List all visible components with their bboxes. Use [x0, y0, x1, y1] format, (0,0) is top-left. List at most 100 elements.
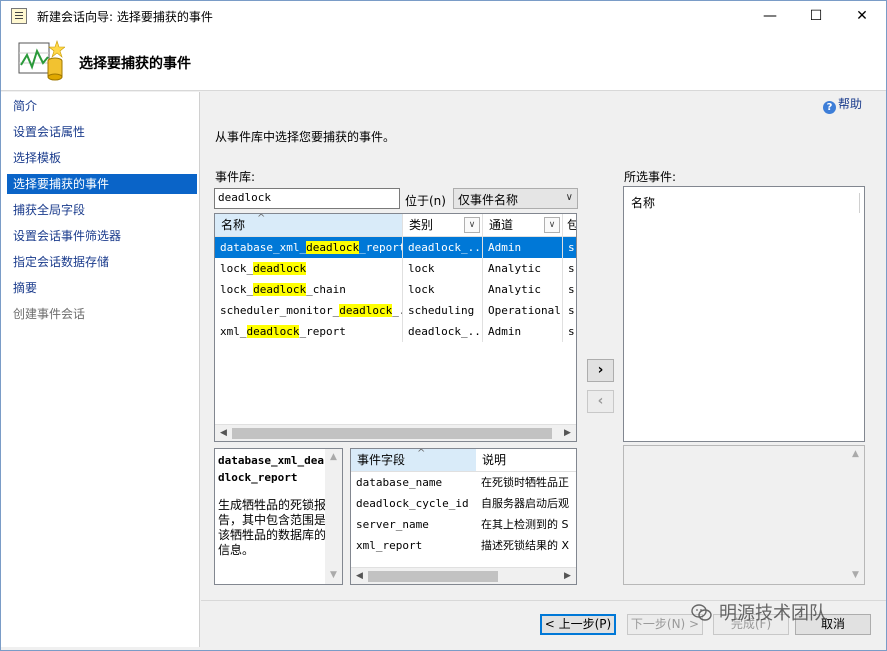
event-name-cell: scheduler_monitor_deadlock_...: [215, 300, 403, 321]
watermark: 明源技术团队: [691, 599, 827, 625]
event-description-title: database_xml_deadlock_report: [218, 454, 324, 484]
event-name-cell: database_xml_deadlock_report: [215, 237, 403, 258]
event-row[interactable]: lock_deadlock_chain lock Analytic s: [215, 279, 576, 300]
search-scope-label: 位于(n): [405, 194, 446, 208]
event-row[interactable]: lock_deadlock lock Analytic s: [215, 258, 576, 279]
column-header-package[interactable]: 包: [563, 214, 576, 237]
scroll-up-icon[interactable]: ▲: [847, 447, 864, 462]
scrollbar-thumb[interactable]: [368, 571, 498, 582]
column-divider: [859, 193, 860, 213]
event-channel-cell: Admin: [483, 321, 563, 342]
close-button[interactable]: ✕: [839, 1, 885, 31]
search-scope-value: 仅事件名称: [458, 193, 519, 207]
event-channel-cell: Analytic: [483, 279, 563, 300]
title-bar[interactable]: 新建会话向导: 选择要捕获的事件 — ☐ ✕: [1, 1, 886, 31]
scroll-down-icon[interactable]: ▼: [325, 568, 342, 583]
wizard-sidebar: 简介 设置会话属性 选择模板 选择要捕获的事件 捕获全局字段 设置会话事件筛选器…: [1, 92, 200, 647]
event-name-cell: xml_deadlock_report: [215, 321, 403, 342]
add-event-button[interactable]: ›: [587, 359, 614, 382]
event-category-cell: deadlock_...: [403, 237, 483, 258]
column-header-channel[interactable]: 通道 ∨: [483, 214, 563, 237]
event-category-cell: scheduling: [403, 300, 483, 321]
sidebar-item-event-filters[interactable]: 设置会话事件筛选器: [7, 226, 197, 246]
scroll-down-icon[interactable]: ▼: [847, 568, 864, 583]
event-category-cell: lock: [403, 258, 483, 279]
event-description-text: 生成牺牲品的死锁报告，其中包含范围是该牺牲品的数据库的信息。: [218, 498, 327, 557]
column-header-description[interactable]: 说明: [476, 449, 576, 472]
minimize-button[interactable]: —: [747, 1, 793, 31]
sidebar-item-intro[interactable]: 简介: [7, 96, 197, 116]
instruction-text: 从事件库中选择您要捕获的事件。: [215, 130, 396, 144]
maximize-button[interactable]: ☐: [793, 1, 839, 31]
wizard-app-icon: [11, 8, 27, 24]
event-properties-panel: ▲ ▼: [623, 445, 865, 585]
sidebar-item-select-events[interactable]: 选择要捕获的事件: [7, 174, 197, 194]
scroll-right-icon[interactable]: ▶: [560, 426, 575, 441]
scroll-left-icon[interactable]: ◀: [352, 569, 367, 584]
column-filter-dropdown-icon[interactable]: ∨: [544, 217, 560, 233]
scroll-up-icon[interactable]: ▲: [325, 450, 342, 465]
chevron-down-icon: ∨: [565, 192, 573, 203]
column-header-event-field[interactable]: 事件字段 ^: [351, 449, 476, 472]
selected-events-label: 所选事件:: [624, 170, 677, 184]
field-row[interactable]: deadlock_cycle_id 自服务器启动后观: [351, 493, 576, 514]
column-header-name[interactable]: 名称 ^: [215, 214, 403, 237]
sidebar-item-create-session: 创建事件会话: [13, 307, 86, 321]
event-package-cell: s: [563, 279, 576, 300]
sidebar-item-template[interactable]: 选择模板: [7, 148, 197, 168]
wizard-header: 选择要捕获的事件: [1, 31, 886, 91]
column-filter-dropdown-icon[interactable]: ∨: [464, 217, 480, 233]
column-header-category[interactable]: 类别 ∨: [403, 214, 483, 237]
event-category-cell: lock: [403, 279, 483, 300]
search-scope-select[interactable]: 仅事件名称 ∨: [453, 188, 578, 209]
fields-horizontal-scrollbar[interactable]: ◀ ▶: [351, 567, 576, 584]
event-channel-cell: Operational: [483, 300, 563, 321]
sidebar-item-global-fields[interactable]: 捕获全局字段: [7, 200, 197, 220]
field-row[interactable]: server_name 在其上检测到的 S: [351, 514, 576, 535]
help-icon: ?: [823, 101, 836, 114]
event-row[interactable]: database_xml_deadlock_report deadlock_..…: [215, 237, 576, 258]
remove-event-button: ‹: [587, 390, 614, 413]
event-search-input[interactable]: deadlock: [214, 188, 400, 209]
event-package-cell: s: [563, 321, 576, 342]
back-button[interactable]: < 上一步(P): [540, 614, 616, 635]
properties-vertical-scrollbar[interactable]: ▲ ▼: [847, 446, 864, 584]
event-library-grid[interactable]: 名称 ^ 类别 ∨ 通道 ∨ 包 database_xml_deadlock_r…: [214, 213, 577, 442]
grid-horizontal-scrollbar[interactable]: ◀ ▶: [215, 424, 576, 441]
event-library-label: 事件库:: [215, 170, 256, 184]
event-fields-grid[interactable]: 事件字段 ^ 说明 database_name 在死锁时牺牲品正 deadloc…: [350, 448, 577, 585]
sidebar-item-summary[interactable]: 摘要: [7, 278, 197, 298]
sort-ascending-icon: ^: [257, 213, 266, 224]
help-link[interactable]: ? 帮助: [823, 95, 862, 114]
selected-events-header-name: 名称: [631, 196, 656, 210]
wechat-icon: [691, 604, 712, 621]
event-channel-cell: Admin: [483, 237, 563, 258]
window-title: 新建会话向导: 选择要捕获的事件: [37, 10, 213, 24]
scrollbar-thumb[interactable]: [232, 428, 552, 439]
event-name-cell: lock_deadlock: [215, 258, 403, 279]
field-row[interactable]: xml_report 描述死锁结果的 X: [351, 535, 576, 556]
main-panel: ? 帮助 从事件库中选择您要捕获的事件。 事件库: 所选事件: deadlock …: [201, 92, 886, 600]
field-row[interactable]: database_name 在死锁时牺牲品正: [351, 472, 576, 493]
scroll-left-icon[interactable]: ◀: [216, 426, 231, 441]
field-name-cell: xml_report: [356, 539, 423, 552]
sort-ascending-icon: ^: [417, 448, 426, 459]
sidebar-item-data-storage[interactable]: 指定会话数据存储: [7, 252, 197, 272]
selected-events-list[interactable]: 名称: [623, 186, 865, 442]
description-vertical-scrollbar[interactable]: ▲ ▼: [325, 449, 342, 584]
event-package-cell: s: [563, 300, 576, 321]
event-row[interactable]: xml_deadlock_report deadlock_... Admin s: [215, 321, 576, 342]
field-name-cell: deadlock_cycle_id: [356, 497, 469, 510]
event-package-cell: s: [563, 237, 576, 258]
field-desc-cell: 在其上检测到的 S: [481, 518, 569, 531]
scroll-right-icon[interactable]: ▶: [560, 569, 575, 584]
event-row[interactable]: scheduler_monitor_deadlock_... schedulin…: [215, 300, 576, 321]
field-desc-cell: 在死锁时牺牲品正: [481, 476, 569, 489]
help-label: 帮助: [838, 97, 863, 111]
field-desc-cell: 描述死锁结果的 X: [481, 539, 570, 552]
sidebar-item-session-properties[interactable]: 设置会话属性: [7, 122, 197, 142]
page-title: 选择要捕获的事件: [79, 56, 191, 72]
field-name-cell: database_name: [356, 476, 443, 489]
wizard-window: 新建会话向导: 选择要捕获的事件 — ☐ ✕ 选择要捕获的事件 简介 设置会话属…: [0, 0, 887, 651]
event-description-panel: database_xml_deadlock_report 生成牺牲品的死锁报告，…: [214, 448, 343, 585]
